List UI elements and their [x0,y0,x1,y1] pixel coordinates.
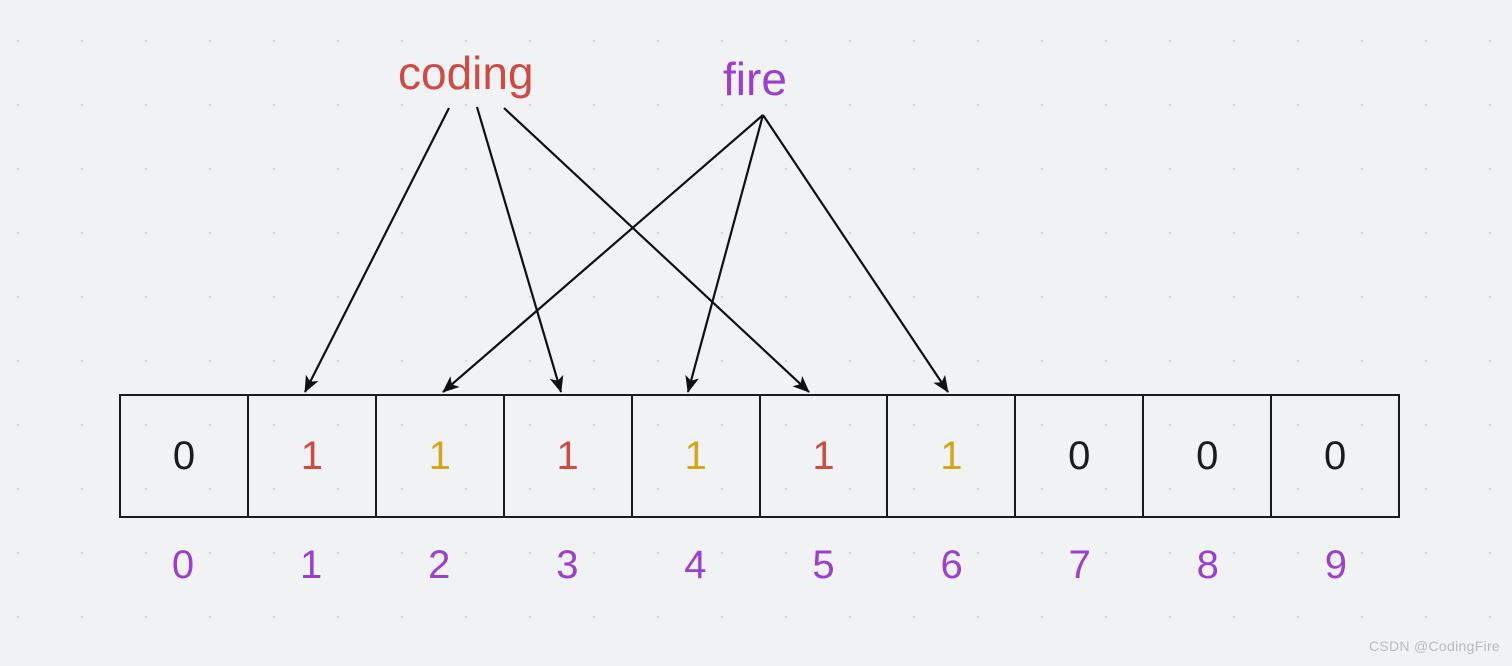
arrow-coding-to-index-1 [304,107,450,393]
source-label-fire: fire [723,53,787,105]
arrow-coding-to-index-3 [475,106,564,393]
array-index-label-7: 7 [1068,543,1091,587]
array-cell-6: 1 [888,396,1017,516]
array-cell-2: 1 [377,396,505,516]
source-label-coding: coding [398,47,534,99]
arrow-coding-to-index-5 [503,107,810,393]
array-cell-5: 1 [761,396,889,516]
array-cell-1: 1 [249,396,377,516]
array-cell-7: 0 [1016,396,1145,516]
array-cell-4: 1 [633,396,761,516]
bit-array-table: 0111111000 [119,394,1400,518]
array-cell-0: 0 [121,396,249,516]
array-index-label-8: 8 [1196,543,1219,587]
array-index-label-1: 1 [300,543,323,587]
arrow-fire-to-index-2 [442,114,764,393]
arrow-fire-to-index-6 [762,114,949,393]
diagram-canvas: coding fire 0111111000 0123456789 CSDN @… [0,0,1512,666]
array-cell-9: 0 [1323,434,1347,478]
array-index-label-6: 6 [940,543,963,587]
watermark-text: CSDN @CodingFire [1368,638,1500,654]
array-index-label-2: 2 [428,543,451,587]
array-index-label-4: 4 [684,543,707,587]
arrow-fire-to-index-4 [685,114,765,393]
array-index-label-5: 5 [812,543,835,587]
array-index-label-9: 9 [1324,543,1348,587]
array-index-label-0: 0 [171,543,195,587]
array-index-label-3: 3 [556,543,579,587]
array-cell-8: 0 [1144,396,1273,516]
array-cell-3: 1 [505,396,633,516]
array-index-row: 0 1 2 3 4 5 6 7 8 9 [119,545,1400,603]
